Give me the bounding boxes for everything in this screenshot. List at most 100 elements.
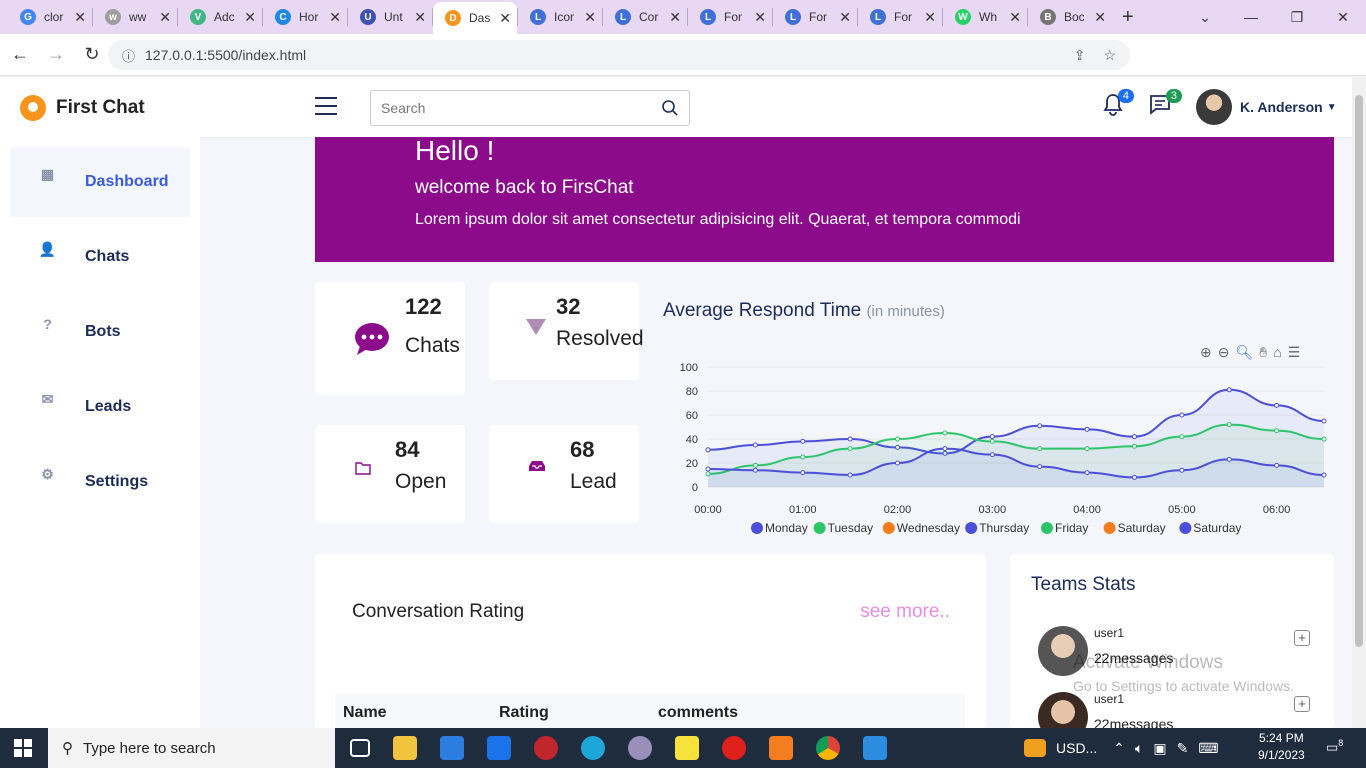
tab-favicon-icon: L	[785, 9, 801, 25]
messages-button[interactable]: 3	[1148, 89, 1182, 122]
avatar	[1038, 692, 1088, 728]
vscode-icon[interactable]	[863, 736, 887, 760]
brand-logo[interactable]: First Chat	[20, 95, 145, 121]
browser-tab[interactable]: V Adc ✕	[178, 0, 262, 34]
hero-title: Hello !	[415, 135, 495, 166]
page-scrollbar[interactable]	[1352, 77, 1366, 728]
tray-chevron-icon[interactable]: ⌃	[1113, 740, 1125, 757]
stat-card-lead[interactable]: 68 Lead	[489, 425, 639, 523]
see-more-link[interactable]: see more..	[860, 601, 950, 623]
close-tab-icon[interactable]: ✕	[499, 10, 511, 27]
data-point	[1274, 402, 1280, 408]
windows-start-icon[interactable]	[14, 739, 32, 757]
new-tab-button[interactable]: +	[1122, 6, 1134, 29]
sidebar-item-label: Chats	[85, 248, 130, 265]
minimize-button[interactable]: —	[1228, 9, 1274, 25]
sidebar-item-dashboard[interactable]: ▦ Dashboard	[10, 147, 190, 217]
back-button[interactable]: ←	[4, 44, 36, 65]
data-point	[1084, 426, 1090, 432]
close-tab-icon[interactable]: ✕	[924, 9, 936, 26]
weather-icon[interactable]	[1024, 739, 1046, 757]
sticky-notes-icon[interactable]	[675, 736, 699, 760]
url-field[interactable]: ⓘ 127.0.0.1:5500/index.html ⇪ ☆	[108, 40, 1130, 70]
close-tab-icon[interactable]: ✕	[839, 9, 851, 26]
browser-tab[interactable]: L Cor ✕	[603, 0, 687, 34]
app-icon-red[interactable]	[534, 736, 558, 760]
data-point	[1274, 462, 1280, 468]
legend-marker	[965, 522, 978, 534]
tab-search-icon[interactable]: ⌄	[1182, 9, 1228, 26]
file-explorer-icon[interactable]	[393, 736, 417, 760]
info-icon[interactable]: ⓘ	[122, 46, 135, 65]
close-tab-icon[interactable]: ✕	[669, 9, 681, 26]
task-view-icon[interactable]	[350, 739, 370, 757]
close-tab-icon[interactable]: ✕	[414, 9, 426, 26]
data-point	[1226, 456, 1232, 462]
taskbar-search[interactable]: ⚲ Type here to search	[48, 728, 335, 768]
browser-tab[interactable]: U Unt ✕	[348, 0, 432, 34]
network-icon[interactable]: ▣	[1153, 740, 1166, 757]
volume-icon[interactable]: 🔈︎	[1135, 740, 1143, 757]
resolved-label: Resolved	[556, 327, 644, 350]
browser-tab-strip: Gclor ✕ w ww ✕ V Adc ✕ C Hor ✕ U Unt ✕ D Das ✕ L Icor ✕ L Cor…	[0, 0, 1366, 34]
sidebar-item-bots[interactable]: ? Bots	[10, 297, 190, 367]
keyboard-icon[interactable]: ⌨	[1198, 740, 1218, 757]
close-tab-icon[interactable]: ✕	[1094, 9, 1106, 26]
notifications-button[interactable]: 4	[1102, 89, 1134, 122]
taskbar-clock[interactable]: 5:24 PM 9/1/2023	[1258, 730, 1305, 764]
search-icon[interactable]	[661, 99, 679, 117]
browser-tab[interactable]: L Icor ✕	[518, 0, 602, 34]
close-tab-icon[interactable]: ✕	[244, 9, 256, 26]
reload-button[interactable]: ↻	[76, 44, 108, 65]
system-tray: USD... ⌃ 🔈︎ ▣ ✎ ⌨	[1024, 728, 1219, 768]
share-icon[interactable]: ⇪	[1074, 47, 1086, 64]
bookmark-star-icon[interactable]: ☆	[1103, 47, 1116, 64]
browser-tab[interactable]: L For ✕	[858, 0, 942, 34]
chrome-icon[interactable]	[816, 736, 840, 760]
stat-card-chats[interactable]: 122 Chats	[315, 282, 465, 395]
sidebar-item-chats[interactable]: 👤 Chats	[10, 222, 190, 292]
close-tab-icon[interactable]: ✕	[754, 9, 766, 26]
scrollbar-thumb[interactable]	[1355, 95, 1363, 647]
edge-icon[interactable]	[581, 736, 605, 760]
opera-icon[interactable]	[722, 736, 746, 760]
tab-title: For	[894, 10, 912, 24]
expand-icon[interactable]: +	[1294, 696, 1310, 712]
xampp-icon[interactable]	[769, 736, 793, 760]
browser-tab[interactable]: C Hor ✕	[263, 0, 347, 34]
close-tab-icon[interactable]: ✕	[74, 9, 86, 26]
chart-unit: (in minutes)	[866, 303, 945, 320]
stat-card-resolved[interactable]: 32 Resolved	[489, 282, 644, 380]
browser-tab[interactable]: w ww ✕	[93, 0, 177, 34]
search-input[interactable]: Search	[370, 90, 690, 126]
close-window-button[interactable]: ✕	[1320, 9, 1366, 26]
app-header: First Chat Search 4 3 K. Anderson ▼	[0, 77, 1352, 137]
close-tab-icon[interactable]: ✕	[584, 9, 596, 26]
pen-icon[interactable]: ✎	[1177, 740, 1189, 757]
team-member[interactable]: user1 22messages +	[1038, 692, 1328, 728]
menu-toggle-icon[interactable]	[315, 97, 337, 121]
expand-icon[interactable]: +	[1294, 630, 1310, 646]
sidebar-item-leads[interactable]: ✉ Leads	[10, 372, 190, 442]
browser-tab[interactable]: L For ✕	[773, 0, 857, 34]
notification-center-icon[interactable]: ▭8	[1326, 738, 1343, 755]
browser-tab[interactable]: B Boc ✕	[1028, 0, 1112, 34]
browser-tab[interactable]: W Wh ✕	[943, 0, 1027, 34]
weather-text[interactable]: USD...	[1056, 740, 1097, 756]
mail-icon[interactable]	[487, 736, 511, 760]
close-tab-icon[interactable]: ✕	[159, 9, 171, 26]
clock-time: 5:24 PM	[1259, 731, 1304, 745]
close-tab-icon[interactable]: ✕	[329, 9, 341, 26]
close-tab-icon[interactable]: ✕	[1009, 9, 1021, 26]
tab-title: ww	[129, 10, 147, 24]
user-menu[interactable]: K. Anderson ▼	[1196, 89, 1337, 125]
forward-button[interactable]: →	[40, 44, 72, 65]
sidebar-item-settings[interactable]: ⚙ Settings	[10, 447, 190, 517]
microsoft-store-icon[interactable]	[440, 736, 464, 760]
paint-icon[interactable]	[628, 736, 652, 760]
maximize-button[interactable]: ❐	[1274, 9, 1320, 26]
browser-tab[interactable]: Gclor ✕	[8, 0, 92, 34]
stat-card-open[interactable]: 84 Open	[315, 425, 465, 523]
browser-tab[interactable]: L For ✕	[688, 0, 772, 34]
browser-tab[interactable]: D Das ✕	[433, 2, 517, 34]
